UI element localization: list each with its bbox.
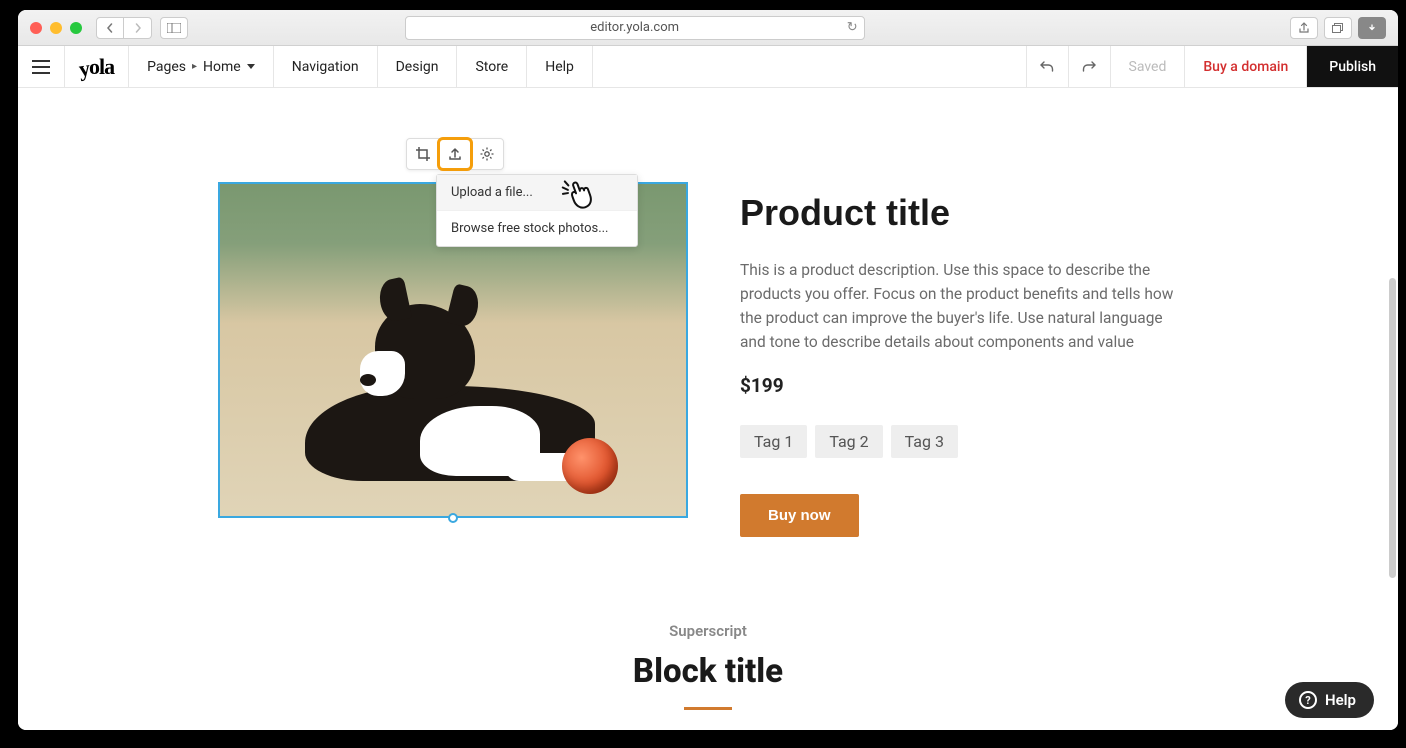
current-page-label: Home <box>203 59 241 75</box>
buy-domain-label: Buy a domain <box>1203 59 1288 75</box>
pages-dropdown[interactable]: Pages ▸ Home <box>129 46 274 87</box>
saved-status: Saved <box>1110 46 1185 87</box>
product-tags: Tag 1 Tag 2 Tag 3 <box>740 425 1180 458</box>
share-icon[interactable] <box>1290 17 1318 39</box>
upload-icon <box>447 146 463 162</box>
tag[interactable]: Tag 1 <box>740 425 807 458</box>
window-minimize-icon[interactable] <box>50 22 62 34</box>
help-widget-label: Help <box>1325 691 1356 709</box>
window-close-icon[interactable] <box>30 22 42 34</box>
tag[interactable]: Tag 2 <box>815 425 882 458</box>
resize-handle[interactable] <box>448 513 458 523</box>
caret-right-icon: ▸ <box>192 61 197 72</box>
product-title[interactable]: Product title <box>740 192 1180 234</box>
scrollbar-thumb[interactable] <box>1389 278 1396 578</box>
sidebar-toggle-icon[interactable] <box>160 17 188 39</box>
design-button[interactable]: Design <box>378 46 458 87</box>
buy-now-label: Buy now <box>768 507 831 524</box>
crop-button[interactable] <box>407 139 439 169</box>
product-price[interactable]: $199 <box>740 374 1180 397</box>
reload-icon[interactable]: ↻ <box>847 20 858 35</box>
hamburger-menu-icon[interactable] <box>18 46 65 87</box>
navigation-button[interactable]: Navigation <box>274 46 378 87</box>
browse-stock-label: Browse free stock photos... <box>451 221 608 236</box>
navigation-label: Navigation <box>292 59 359 75</box>
scrollbar[interactable] <box>1388 88 1396 730</box>
image-settings-button[interactable] <box>471 139 503 169</box>
browser-url-text: editor.yola.com <box>590 20 679 35</box>
upload-image-button[interactable] <box>439 139 471 169</box>
image-toolbar <box>406 138 504 170</box>
help-icon: ? <box>1299 691 1317 709</box>
publish-label: Publish <box>1329 59 1376 75</box>
upload-file-label: Upload a file... <box>451 185 533 200</box>
ball-icon <box>562 438 618 494</box>
browser-url-bar[interactable]: editor.yola.com ↻ <box>405 16 865 40</box>
window-zoom-icon[interactable] <box>70 22 82 34</box>
upload-dropdown: Upload a file... Browse free stock photo… <box>436 174 638 247</box>
block-title[interactable]: Block title <box>18 652 1398 691</box>
traffic-lights <box>30 22 82 34</box>
redo-button[interactable] <box>1068 46 1110 87</box>
undo-button[interactable] <box>1026 46 1068 87</box>
saved-label: Saved <box>1129 59 1167 75</box>
help-button[interactable]: Help <box>527 46 593 87</box>
crop-icon <box>415 146 431 162</box>
upload-file-item[interactable]: Upload a file... <box>437 175 637 211</box>
accent-underline <box>684 707 732 710</box>
help-label: Help <box>545 59 574 75</box>
buy-now-button[interactable]: Buy now <box>740 494 859 537</box>
tag[interactable]: Tag 3 <box>891 425 958 458</box>
chevron-down-icon <box>247 64 255 69</box>
store-button[interactable]: Store <box>457 46 527 87</box>
downloads-icon[interactable] <box>1358 17 1386 39</box>
browser-forward-button[interactable] <box>124 17 152 39</box>
product-description[interactable]: This is a product description. Use this … <box>740 258 1180 354</box>
browser-back-button[interactable] <box>96 17 124 39</box>
pages-label: Pages <box>147 59 186 75</box>
superscript-text[interactable]: Superscript <box>18 622 1398 640</box>
yola-logo[interactable]: yola <box>65 46 129 87</box>
tabs-icon[interactable] <box>1324 17 1352 39</box>
product-block: Product title This is a product descript… <box>218 182 1180 537</box>
next-block: Superscript Block title <box>18 622 1398 710</box>
publish-button[interactable]: Publish <box>1306 46 1398 87</box>
design-label: Design <box>396 59 439 75</box>
gear-icon <box>479 146 495 162</box>
buy-domain-button[interactable]: Buy a domain <box>1184 46 1306 87</box>
help-widget[interactable]: ? Help <box>1285 682 1374 718</box>
browser-nav-group <box>96 17 152 39</box>
store-label: Store <box>475 59 508 75</box>
app-toolbar: yola Pages ▸ Home Navigation Design Stor… <box>18 46 1398 88</box>
browser-chrome: editor.yola.com ↻ <box>18 10 1398 46</box>
editor-canvas[interactable]: Upload a file... Browse free stock photo… <box>18 88 1398 730</box>
browse-stock-item[interactable]: Browse free stock photos... <box>437 211 637 246</box>
product-details: Product title This is a product descript… <box>740 182 1180 537</box>
